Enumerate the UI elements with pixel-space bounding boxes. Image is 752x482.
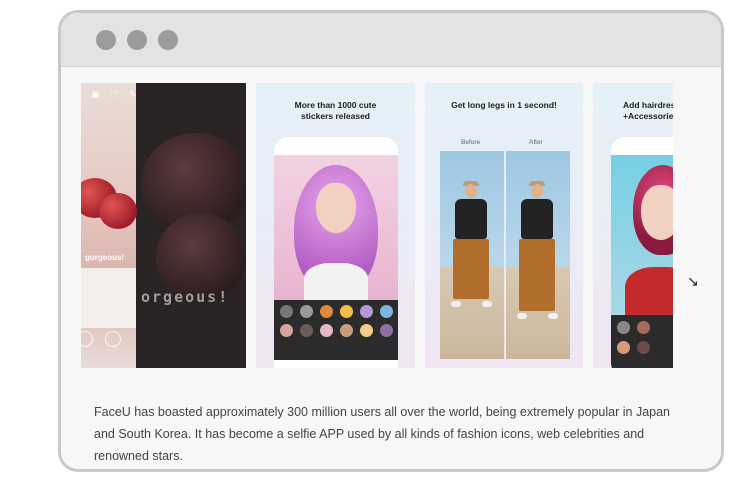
stickers-title: More than 1000 cute stickers released [294, 100, 377, 121]
sticker-item[interactable] [280, 324, 293, 337]
person-head [465, 184, 477, 198]
app-description: FaceU has boasted approximately 300 mill… [94, 405, 671, 463]
model-top [625, 267, 673, 317]
sticker-item[interactable] [340, 324, 353, 337]
person-shoe [517, 313, 527, 319]
sticker-item[interactable] [637, 341, 650, 354]
after-label: After [529, 139, 543, 146]
model-photo [611, 155, 673, 317]
screenshot-gallery[interactable]: ▣ ⬚ ✎ gorgeous! orgeous! More than 1000 … [81, 83, 673, 368]
sticker-item[interactable] [617, 321, 630, 334]
after-photo [506, 151, 570, 359]
cake-base [81, 268, 136, 328]
strawberry-image [99, 193, 137, 229]
phone-mockup [274, 137, 398, 368]
sticker-item[interactable] [637, 321, 650, 334]
sticker-tray[interactable] [274, 300, 398, 360]
window-control-dot[interactable] [158, 30, 178, 50]
person-shoe [482, 301, 492, 307]
window-control-dot[interactable] [96, 30, 116, 50]
sticker-item[interactable] [340, 305, 353, 318]
play-icon [105, 331, 121, 347]
person-shoe [548, 313, 558, 319]
model-face [641, 185, 673, 240]
sticker-item[interactable] [320, 324, 333, 337]
mouse-cursor-icon: ↘ [687, 273, 699, 289]
before-photo [440, 151, 504, 359]
sticker-item[interactable] [320, 305, 333, 318]
sticker-tray[interactable] [611, 315, 673, 368]
screenshot-dessert[interactable]: ▣ ⬚ ✎ gorgeous! orgeous! [81, 83, 246, 368]
person-legs [519, 239, 555, 311]
hairdress-title: Add hairdress +Accessories [623, 100, 673, 122]
sticker-item[interactable] [300, 305, 313, 318]
sticker-item[interactable] [360, 324, 373, 337]
sticker-item[interactable] [380, 305, 393, 318]
sticker-item[interactable] [300, 324, 313, 337]
person-head [531, 184, 543, 198]
model-top [304, 263, 368, 303]
sticker-item[interactable] [617, 341, 630, 354]
person-legs [453, 239, 489, 299]
window-content: ▣ ⬚ ✎ gorgeous! orgeous! More than 1000 … [61, 67, 721, 469]
dessert-caption-large: orgeous! [141, 288, 230, 306]
model-face [316, 183, 356, 233]
screenshot-stickers[interactable]: More than 1000 cute stickers released [256, 83, 415, 368]
hairdress-title-line2: +Accessories [623, 111, 673, 121]
sticker-item[interactable] [380, 324, 393, 337]
hairdress-title-line1: Add hairdress [623, 100, 673, 110]
model-photo [274, 155, 398, 303]
person-jacket [521, 199, 553, 239]
window-control-dot[interactable] [127, 30, 147, 50]
before-label: Before [461, 139, 481, 146]
screenshot-hairdress[interactable]: Add hairdress +Accessories [593, 83, 673, 368]
screenshot-legs[interactable]: Get long legs in 1 second! Before After [425, 83, 583, 368]
sticker-item[interactable] [360, 305, 373, 318]
browser-window: ▣ ⬚ ✎ gorgeous! orgeous! More than 1000 … [58, 10, 724, 472]
legs-title: Get long legs in 1 second! [451, 100, 557, 110]
person-jacket [455, 199, 487, 239]
dessert-caption-small: gorgeous! [85, 253, 125, 262]
sticker-item[interactable] [280, 305, 293, 318]
camera-toolbar-icons: ▣ ⬚ ✎ [91, 89, 141, 99]
phone-mockup [611, 137, 673, 368]
person-shoe [451, 301, 461, 307]
window-titlebar [61, 13, 721, 67]
